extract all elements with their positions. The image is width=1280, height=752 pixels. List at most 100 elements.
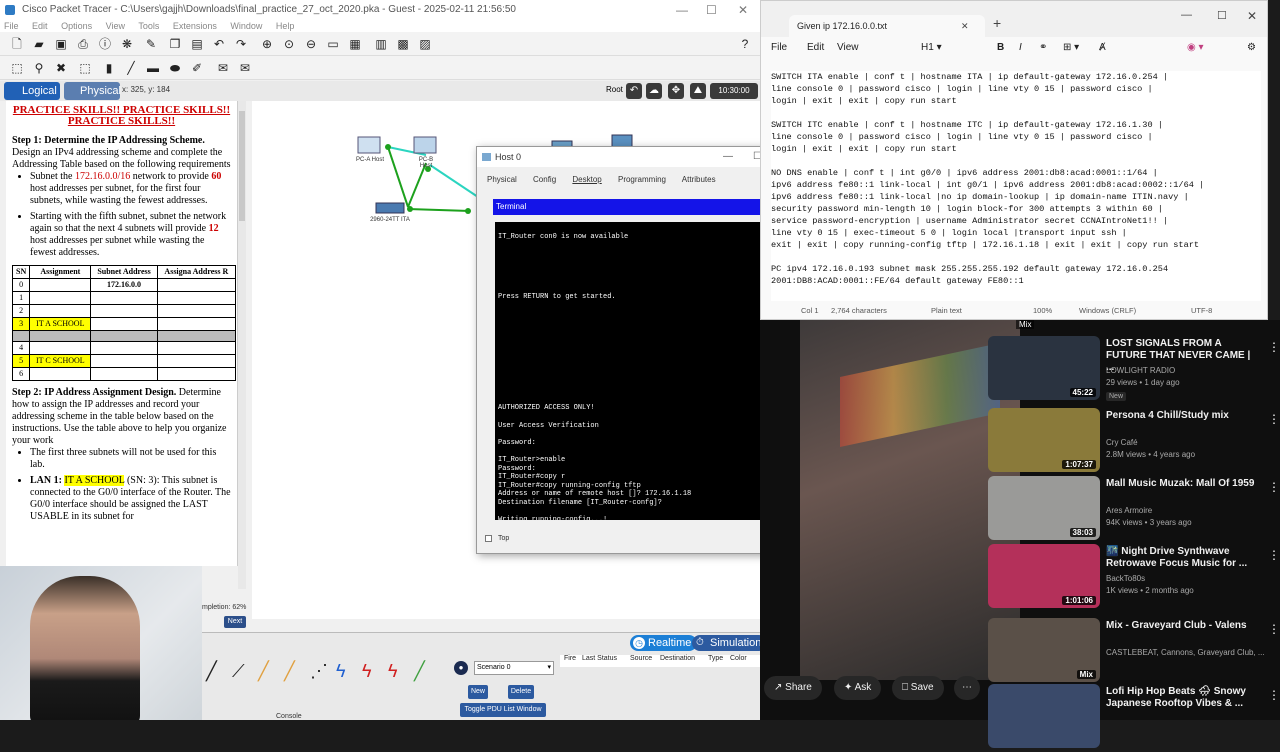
video-thumbnail[interactable]: 1:01:06 [988, 544, 1100, 608]
select-icon[interactable]: ⬚ [10, 61, 24, 75]
delete-icon[interactable]: ✖ [54, 61, 68, 75]
cable-usb-icon[interactable]: ╱ [414, 661, 425, 682]
cable-coax-icon[interactable]: ϟ [362, 661, 372, 682]
tab-config[interactable]: Config [533, 175, 556, 184]
zoom-out-icon[interactable]: ⊖ [304, 37, 318, 51]
menu-options[interactable]: Options [61, 21, 92, 31]
save-button[interactable]: ⎕ Save [892, 676, 944, 700]
video-thumbnail[interactable]: 1:07:37 [988, 408, 1100, 472]
video-player[interactable] [800, 320, 1020, 680]
menu-help[interactable]: Help [276, 21, 295, 31]
simulation-button[interactable]: ⏱ Simulation [692, 635, 768, 651]
realtime-button[interactable]: ◷ Realtime [630, 635, 698, 651]
heading-dropdown[interactable]: H1 ▾ [921, 37, 942, 59]
inspect-icon[interactable]: ⚲ [32, 61, 46, 75]
copilot-icon[interactable]: ◉ ▾ [1187, 37, 1204, 59]
cable-straight-icon[interactable]: ╱ [258, 661, 269, 682]
cable-console-icon[interactable]: ⟋ [232, 661, 245, 682]
np-menu-edit[interactable]: Edit [807, 37, 824, 59]
rectangle-icon[interactable]: ▭ [326, 37, 340, 51]
settings-icon[interactable]: ⚙ [1247, 37, 1256, 59]
video-thumbnail[interactable] [988, 684, 1100, 748]
palette-icon[interactable]: ▦ [348, 37, 362, 51]
maximize-icon[interactable]: ☐ [706, 0, 717, 20]
zoom-in-icon[interactable]: ⊕ [260, 37, 274, 51]
clear-format-icon[interactable]: Ⱥ [1099, 37, 1106, 59]
info-icon[interactable]: ⓘ [98, 37, 112, 51]
table-icon[interactable]: ⊞ ▾ [1063, 37, 1079, 59]
more-vert-icon[interactable]: ⋮ [1268, 412, 1280, 426]
menu-edit[interactable]: Edit [32, 21, 48, 31]
draw-ellipse-icon[interactable]: ⬬ [168, 61, 182, 75]
draw-rect-icon[interactable]: ▬ [146, 61, 160, 75]
cable-phone-icon[interactable]: ϟ [336, 661, 346, 682]
video-list-item[interactable]: 38:03 Mall Music Muzak: Mall Of 1959 Ares … [988, 476, 1280, 544]
host-minimize-icon[interactable]: — [723, 147, 733, 167]
menu-view[interactable]: View [106, 21, 125, 31]
more-vert-icon[interactable]: ⋮ [1268, 622, 1280, 636]
help-icon[interactable]: ? [738, 37, 752, 51]
menu-extensions[interactable]: Extensions [173, 21, 217, 31]
video-thumbnail[interactable]: Mix [988, 618, 1100, 682]
video-list-item[interactable]: 1:01:06 🌃 Night Drive Synthwave Retrowave… [988, 544, 1280, 612]
new-file-icon[interactable]: 🗋 [10, 37, 24, 51]
tab-logical[interactable]: Logical [4, 82, 60, 100]
toggle-pdu-list-button[interactable]: Toggle PDU List Window [460, 703, 546, 717]
new-tab-icon[interactable]: + [993, 15, 1001, 31]
image-icon[interactable]: ▨ [418, 37, 432, 51]
complex-pdu-icon[interactable]: ✉ [238, 61, 252, 75]
video-list-item[interactable]: Lofi Hip Hop Beats 🌧 Snowy Japanese Roof… [988, 684, 1280, 752]
zoom-reset-icon[interactable]: ⊙ [282, 37, 296, 51]
redo-icon[interactable]: ↷ [234, 37, 248, 51]
terminal-output[interactable]: IT_Router con0 is now available Press RE… [495, 222, 775, 520]
copy-icon[interactable]: ❐ [168, 37, 182, 51]
open-folder-icon[interactable]: ▰ [32, 37, 46, 51]
menu-file[interactable]: File [4, 21, 19, 31]
note-icon[interactable]: ▮ [102, 61, 116, 75]
np-maximize-icon[interactable]: ☐ [1217, 9, 1227, 22]
save-icon[interactable]: ▣ [54, 37, 68, 51]
resize-icon[interactable]: ⬚ [78, 61, 92, 75]
next-button[interactable]: Next [224, 616, 246, 628]
link-icon[interactable]: ⚭ [1039, 37, 1047, 59]
np-close-icon[interactable]: ✕ [1247, 9, 1257, 23]
new-scenario-button[interactable]: New [468, 685, 488, 699]
video-thumbnail[interactable]: 45:22 [988, 336, 1100, 400]
simple-pdu-icon[interactable]: ✉ [216, 61, 230, 75]
video-title[interactable]: 🌃 Night Drive Synthwave Retrowave Focus … [1106, 546, 1256, 570]
minimize-icon[interactable]: — [676, 0, 688, 20]
cloud-icon[interactable]: ☁ [646, 83, 662, 99]
cable-cross-icon[interactable]: ╱ [284, 661, 295, 682]
draw-line-icon[interactable]: ╱ [124, 61, 138, 75]
freeform-icon[interactable]: ✐ [190, 61, 204, 75]
notepad-tab[interactable]: Given ip 172.16.0.0.txt ✕ [789, 15, 985, 37]
np-menu-file[interactable]: File [771, 37, 787, 59]
wizard-icon[interactable]: ✎ [144, 37, 158, 51]
paste-icon[interactable]: ▤ [190, 37, 204, 51]
back-icon[interactable]: ↶ [626, 83, 642, 99]
tab-physical-host[interactable]: Physical [487, 175, 517, 184]
more-vert-icon[interactable]: ⋮ [1268, 480, 1280, 494]
cable-fiber-icon[interactable]: ⋰ [310, 661, 328, 682]
doc-scrollbar[interactable] [238, 101, 246, 589]
delete-scenario-button[interactable]: Delete [508, 685, 534, 699]
np-menu-view[interactable]: View [837, 37, 859, 59]
more-vert-icon[interactable]: ⋮ [1268, 688, 1280, 702]
video-list-item[interactable]: 1:07:37 Persona 4 Chill/Study mix Cry Café… [988, 408, 1280, 476]
video-title[interactable]: Lofi Hip Hop Beats 🌧 Snowy Japanese Roof… [1106, 686, 1256, 710]
tab-attributes[interactable]: Attributes [682, 175, 716, 184]
more-vert-icon[interactable]: ⋮ [1268, 340, 1280, 354]
grid-icon[interactable]: ▩ [396, 37, 410, 51]
print-icon[interactable]: ⎙ [76, 37, 90, 51]
video-title[interactable]: Persona 4 Chill/Study mix [1106, 410, 1256, 422]
top-checkbox[interactable] [485, 535, 492, 542]
menu-window[interactable]: Window [230, 21, 262, 31]
move-icon[interactable]: ✥ [668, 83, 684, 99]
doc-scroll-thumb[interactable] [239, 111, 245, 221]
np-minimize-icon[interactable]: — [1181, 9, 1192, 21]
more-actions-button[interactable]: ⋯ [954, 676, 980, 700]
bold-icon[interactable]: B [997, 37, 1004, 59]
cable-auto-icon[interactable]: ╱ [206, 661, 217, 682]
tab-programming[interactable]: Programming [618, 175, 666, 184]
video-title[interactable]: Mall Music Muzak: Mall Of 1959 [1106, 478, 1256, 490]
